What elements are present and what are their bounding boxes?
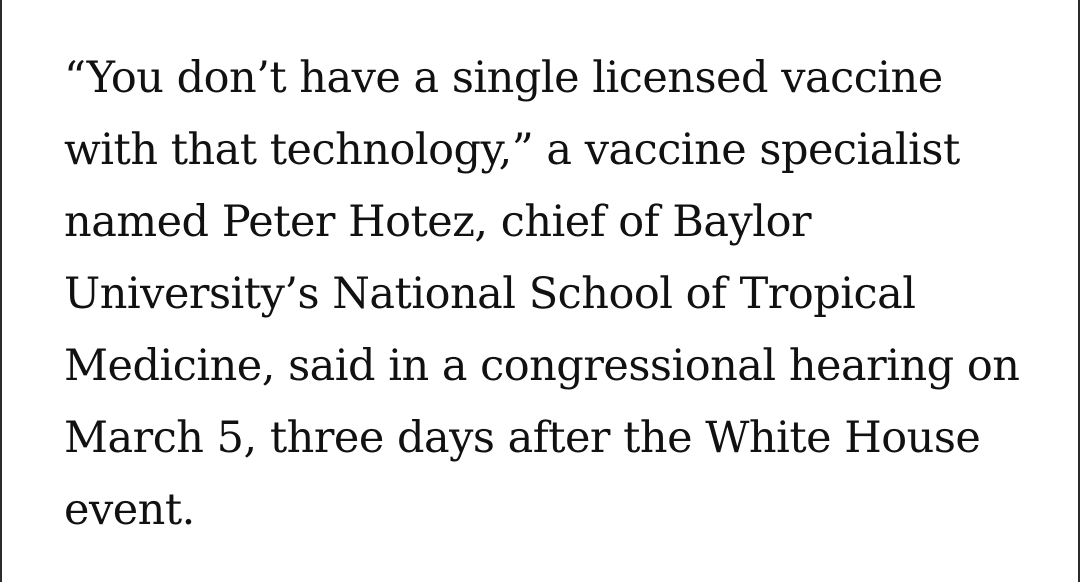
paragraph-line-6: March 5, three days after the White Hous… xyxy=(64,413,981,463)
screenshot-frame: “You don’t have a single licensed vaccin… xyxy=(0,0,1080,582)
paragraph-line-2: with that technology,” a vaccine special… xyxy=(64,125,960,175)
paragraph-line-4: University’s National School of Tropical xyxy=(64,269,916,319)
paragraph-line-1: “You don’t have a single licensed vaccin… xyxy=(64,53,943,103)
paragraph-line-7: event. xyxy=(64,485,195,535)
paragraph-line-5: Medicine, said in a congressional hearin… xyxy=(64,341,1020,391)
article-paragraph: “You don’t have a single licensed vaccin… xyxy=(64,42,1064,546)
paragraph-line-3: named Peter Hotez, chief of Baylor xyxy=(64,197,812,247)
